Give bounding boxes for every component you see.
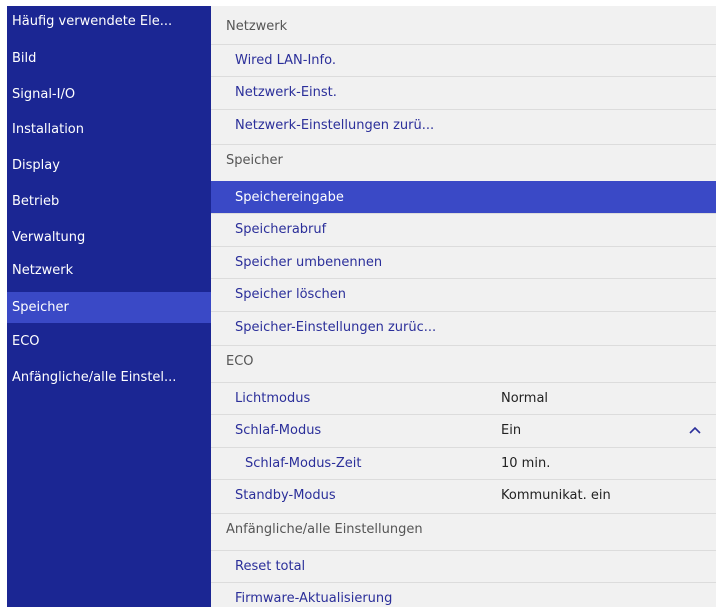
menu-item-schlaf-modus[interactable]: Schlaf-Modus Ein <box>211 414 716 446</box>
menu-item-schlaf-modus-zeit[interactable]: Schlaf-Modus-Zeit 10 min. <box>211 447 716 479</box>
sidebar-item-haeufig-verwendete[interactable]: Häufig verwendete Ele... <box>7 6 211 37</box>
menu-item-label: Speichereingabe <box>235 190 344 205</box>
menu-item-label: Netzwerk-Einstellungen zurü... <box>235 118 435 133</box>
menu-item-label: Speicher umbenennen <box>235 255 383 270</box>
chevron-up-icon[interactable] <box>688 425 702 435</box>
menu-item-netzwerk-einst[interactable]: Netzwerk-Einst. <box>211 76 716 108</box>
sidebar: Häufig verwendete Ele... Bild Signal-I/O… <box>7 6 211 607</box>
menu-item-lichtmodus[interactable]: Lichtmodus Normal <box>211 382 716 414</box>
sidebar-item-signal-io[interactable]: Signal-I/O <box>7 79 211 110</box>
menu-item-speicher-reset[interactable]: Speicher-Einstellungen zurüc... <box>211 311 716 343</box>
menu-item-label: Speicher löschen <box>235 287 346 302</box>
projector-menu: Häufig verwendete Ele... Bild Signal-I/O… <box>7 6 716 607</box>
section-header-eco: ECO <box>211 345 716 377</box>
menu-item-label: Reset total <box>235 559 306 574</box>
menu-item-label: Standby-Modus <box>235 488 336 503</box>
menu-item-value: 10 min. <box>501 456 551 471</box>
menu-item-label: Speicherabruf <box>235 222 327 237</box>
menu-item-label: Wired LAN-Info. <box>235 53 336 68</box>
menu-item-standby-modus[interactable]: Standby-Modus Kommunikat. ein <box>211 479 716 511</box>
menu-item-label: Schlaf-Modus-Zeit <box>245 456 362 471</box>
menu-item-label: Speicher-Einstellungen zurüc... <box>235 320 437 335</box>
settings-panel: Netzwerk Wired LAN-Info. Netzwerk-Einst.… <box>211 6 716 607</box>
menu-item-label: Schlaf-Modus <box>235 423 322 438</box>
menu-item-wired-lan-info[interactable]: Wired LAN-Info. <box>211 44 716 76</box>
sidebar-item-bild[interactable]: Bild <box>7 43 211 74</box>
menu-item-speicher-umbenennen[interactable]: Speicher umbenennen <box>211 246 716 278</box>
sidebar-item-anfaengliche[interactable]: Anfängliche/alle Einstel... <box>7 362 211 393</box>
menu-item-speicher-loeschen[interactable]: Speicher löschen <box>211 278 716 310</box>
sidebar-item-verwaltung[interactable]: Verwaltung <box>7 222 211 253</box>
section-header-netzwerk: Netzwerk <box>226 18 288 34</box>
sidebar-item-speicher[interactable]: Speicher <box>7 292 211 323</box>
menu-item-firmware-update[interactable]: Firmware-Aktualisierung <box>211 582 716 607</box>
menu-item-value: Ein <box>501 423 522 438</box>
sidebar-item-eco[interactable]: ECO <box>7 326 211 357</box>
sidebar-item-betrieb[interactable]: Betrieb <box>7 186 211 217</box>
menu-item-label: Lichtmodus <box>235 391 311 406</box>
menu-item-label: Netzwerk-Einst. <box>235 85 337 100</box>
sidebar-item-netzwerk[interactable]: Netzwerk <box>7 255 211 286</box>
menu-item-reset-total[interactable]: Reset total <box>211 550 716 582</box>
sidebar-item-installation[interactable]: Installation <box>7 114 211 145</box>
menu-item-speicherabruf[interactable]: Speicherabruf <box>211 213 716 245</box>
section-header-speicher: Speicher <box>211 144 716 176</box>
menu-item-label: Firmware-Aktualisierung <box>235 591 393 606</box>
menu-item-speichereingabe[interactable]: Speichereingabe <box>211 181 716 213</box>
menu-item-value: Normal <box>501 391 549 406</box>
section-header-anfaengliche: Anfängliche/alle Einstellungen <box>211 513 716 545</box>
menu-item-value: Kommunikat. ein <box>501 488 611 503</box>
menu-item-netzwerk-reset[interactable]: Netzwerk-Einstellungen zurü... <box>211 109 716 141</box>
sidebar-item-display[interactable]: Display <box>7 150 211 181</box>
